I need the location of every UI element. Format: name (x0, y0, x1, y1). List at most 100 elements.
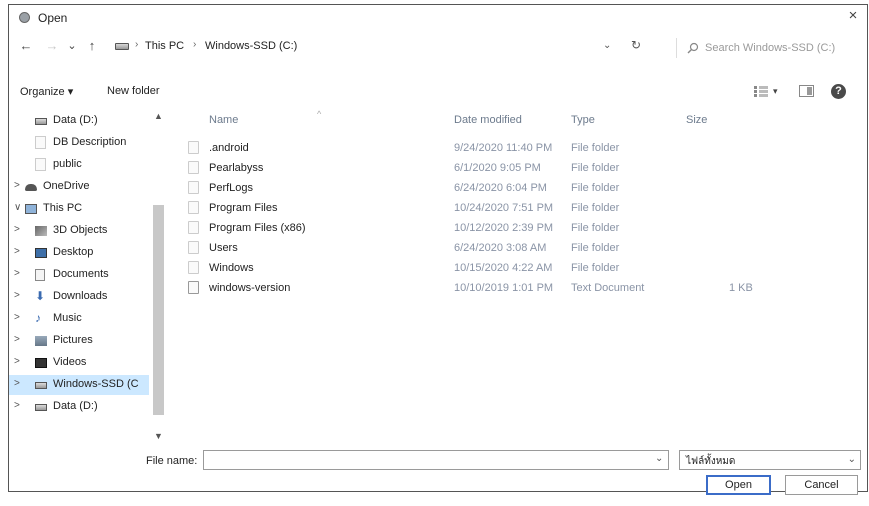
sidebar-item-label: public (53, 158, 82, 170)
sort-indicator-icon: ^ (317, 109, 322, 119)
expand-chevron-icon[interactable]: > (14, 400, 20, 411)
folder-icon (188, 141, 199, 154)
sidebar-item[interactable]: > Documents (9, 265, 149, 285)
column-header-size[interactable]: Size (686, 114, 707, 126)
expand-chevron-icon[interactable]: > (14, 290, 20, 301)
file-name: Users (209, 242, 238, 254)
expand-chevron-icon[interactable]: > (14, 334, 20, 345)
file-row[interactable]: .android 9/24/2020 11:40 PM File folder (174, 139, 864, 157)
cancel-button[interactable]: Cancel (785, 475, 858, 495)
search-icon (687, 42, 699, 54)
scroll-up-icon[interactable]: ▲ (153, 111, 164, 121)
drive-icon (35, 404, 47, 411)
file-name: Pearlabyss (209, 162, 264, 174)
file-name: Windows (209, 262, 254, 274)
sidebar-item[interactable]: > OneDrive (9, 177, 149, 197)
address-bar[interactable]: › This PC › Windows-SSD (C:) ⌄ ↻ (113, 36, 663, 58)
view-options-icon[interactable] (754, 86, 768, 97)
file-row[interactable]: Pearlabyss 6/1/2020 9:05 PM File folder (174, 159, 864, 177)
sidebar-item[interactable]: > Data (D:) (9, 397, 149, 417)
navigation-bar: ← → ⌄ ↑ › This PC › Windows-SSD (C:) ⌄ ↻… (9, 33, 867, 61)
expand-chevron-icon[interactable]: > (14, 356, 20, 367)
text-file-icon (188, 281, 199, 294)
up-button[interactable]: ↑ (83, 37, 101, 55)
documents-icon (35, 269, 45, 281)
file-row[interactable]: Windows 10/15/2020 4:22 AM File folder (174, 259, 864, 277)
breadcrumb-windows-ssd[interactable]: Windows-SSD (C:) (205, 40, 297, 52)
sidebar-item[interactable]: > ♪ Music (9, 309, 149, 329)
organize-button[interactable]: Organize ▾ (20, 85, 73, 98)
scroll-down-icon[interactable]: ▼ (153, 431, 164, 441)
file-type-select[interactable]: ไฟล์ทั้งหมด ⌄ (679, 450, 861, 470)
navigation-scrollbar[interactable]: ▲ ▼ (151, 109, 166, 451)
column-header-type[interactable]: Type (571, 114, 595, 126)
folder-icon (188, 241, 199, 254)
expand-chevron-icon[interactable]: > (14, 224, 20, 235)
folder-icon (188, 181, 199, 194)
file-date-modified: 10/24/2020 7:51 PM (454, 202, 554, 214)
cube-icon (35, 226, 47, 236)
close-button[interactable]: × (843, 7, 863, 25)
sidebar-item[interactable]: > Windows-SSD (C (9, 375, 149, 395)
expand-chevron-icon[interactable]: > (14, 268, 20, 279)
preview-pane-icon[interactable] (799, 85, 814, 97)
filename-dropdown-icon[interactable]: ⌄ (655, 453, 663, 464)
open-button[interactable]: Open (706, 475, 771, 495)
expand-chevron-icon[interactable]: ∨ (14, 202, 21, 213)
breadcrumb-this-pc[interactable]: This PC (145, 40, 184, 52)
file-date-modified: 6/1/2020 9:05 PM (454, 162, 541, 174)
forward-button[interactable]: → (43, 37, 61, 55)
recent-locations-button[interactable]: ⌄ (65, 37, 79, 55)
file-row[interactable]: PerfLogs 6/24/2020 6:04 PM File folder (174, 179, 864, 197)
sidebar-item-label: Downloads (53, 290, 108, 302)
expand-chevron-icon[interactable]: > (14, 312, 20, 323)
navigation-pane: ▲ ▼ Data (D:) DB Description public > OneDri… (9, 109, 169, 451)
column-header-name[interactable]: Name (209, 114, 238, 126)
app-icon (19, 12, 30, 23)
sidebar-item-label: Music (53, 312, 82, 324)
sidebar-item[interactable]: > Desktop (9, 243, 149, 263)
new-folder-button[interactable]: New folder (107, 85, 160, 97)
expand-chevron-icon[interactable]: > (14, 378, 20, 389)
breadcrumb-separator-icon: › (135, 39, 139, 50)
file-name: PerfLogs (209, 182, 254, 194)
expand-chevron-icon[interactable]: > (14, 246, 20, 257)
pictures-icon (35, 336, 47, 346)
file-row[interactable]: windows-version 10/10/2019 1:01 PM Text Do… (174, 279, 864, 297)
back-button[interactable]: ← (17, 37, 35, 55)
filename-input[interactable] (203, 450, 669, 470)
folder-icon (188, 161, 199, 174)
refresh-button[interactable]: ↻ (631, 38, 641, 52)
view-dropdown-icon[interactable]: ▾ (773, 86, 778, 97)
dialog-footer: File name: ⌄ ไฟล์ทั้งหมด ⌄ Open Cancel (9, 445, 867, 495)
file-date-modified: 6/24/2020 6:04 PM (454, 182, 547, 194)
sidebar-item[interactable]: > Videos (9, 353, 149, 373)
scroll-thumb[interactable] (153, 205, 164, 415)
sidebar-item[interactable]: public (9, 155, 149, 175)
sidebar-item[interactable]: >3D Objects (9, 221, 149, 241)
file-date-modified: 10/12/2020 2:39 PM (454, 222, 554, 234)
sidebar-item[interactable]: Data (D:) (9, 111, 149, 131)
title-bar: Open × (9, 5, 867, 31)
search-placeholder: Search Windows-SSD (C:) (705, 42, 836, 54)
sidebar-item[interactable]: ∨ This PC (9, 199, 149, 219)
folder-icon (35, 136, 46, 149)
sidebar-item[interactable]: DB Description (9, 133, 149, 153)
file-row[interactable]: Program Files (x86) 10/12/2020 2:39 PM Fil… (174, 219, 864, 237)
sidebar-item-label: This PC (43, 202, 83, 214)
sidebar-item[interactable]: > ⬇ Downloads (9, 287, 149, 307)
column-header-date[interactable]: Date modified (454, 114, 522, 126)
search-box[interactable]: Search Windows-SSD (C:) (676, 38, 855, 58)
sidebar-item-label: Desktop (53, 246, 94, 258)
sidebar-item-label: DB Description (53, 136, 127, 148)
sidebar-item-label: Windows-SSD (C (53, 378, 139, 390)
file-type-dropdown-icon: ⌄ (847, 454, 856, 465)
file-date-modified: 10/10/2019 1:01 PM (454, 282, 554, 294)
file-row[interactable]: Program Files 10/24/2020 7:51 PM File fold… (174, 199, 864, 217)
help-icon[interactable]: ? (831, 84, 846, 99)
expand-chevron-icon[interactable]: > (14, 180, 20, 191)
file-row[interactable]: Users 6/24/2020 3:08 AM File folder (174, 239, 864, 257)
address-dropdown-icon[interactable]: ⌄ (603, 40, 611, 51)
sidebar-item[interactable]: > Pictures (9, 331, 149, 351)
drive-icon (115, 43, 129, 50)
